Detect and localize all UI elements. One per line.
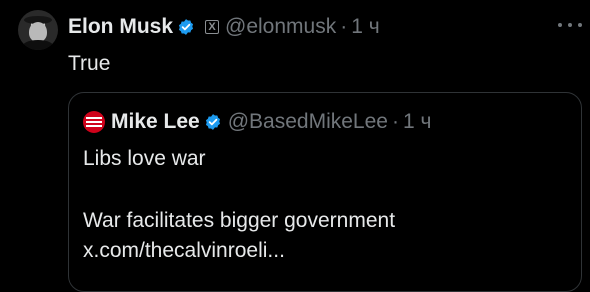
tweet-text: True [68, 52, 111, 75]
tweet-time[interactable]: 1 ч [351, 15, 379, 39]
verified-badge-icon [205, 114, 220, 130]
quoted-header-separator: · [391, 110, 399, 133]
x-logo-icon: X [205, 20, 220, 34]
quoted-tweet-header: Mike Lee @BasedMikeLee · 1 ч [111, 109, 431, 135]
quoted-author-avatar[interactable] [83, 111, 105, 133]
quoted-tweet-line: War facilitates bigger government [83, 209, 396, 232]
tweet-header: Elon Musk X @elonmusk · 1 ч [68, 14, 380, 40]
quoted-author-name[interactable]: Mike Lee [111, 110, 200, 134]
author-name[interactable]: Elon Musk [68, 15, 173, 39]
quoted-tweet-link[interactable]: x.com/thecalvinroeli... [83, 239, 285, 263]
verified-badge-icon [178, 19, 194, 35]
quoted-tweet-line: Libs love war [83, 147, 206, 170]
quoted-tweet[interactable]: Mike Lee @BasedMikeLee · 1 ч Libs love w… [68, 92, 582, 292]
quoted-author-handle[interactable]: @BasedMikeLee [228, 110, 388, 134]
author-avatar[interactable] [18, 10, 58, 50]
more-horizontal-icon[interactable] [558, 22, 582, 28]
quoted-tweet-time[interactable]: 1 ч [403, 110, 431, 134]
header-separator: · [340, 15, 348, 38]
author-handle[interactable]: @elonmusk [225, 15, 336, 39]
avatar-face [29, 22, 47, 42]
tweet[interactable]: Elon Musk X @elonmusk · 1 ч True Mike Le… [0, 0, 590, 292]
avatar-body [22, 40, 54, 50]
